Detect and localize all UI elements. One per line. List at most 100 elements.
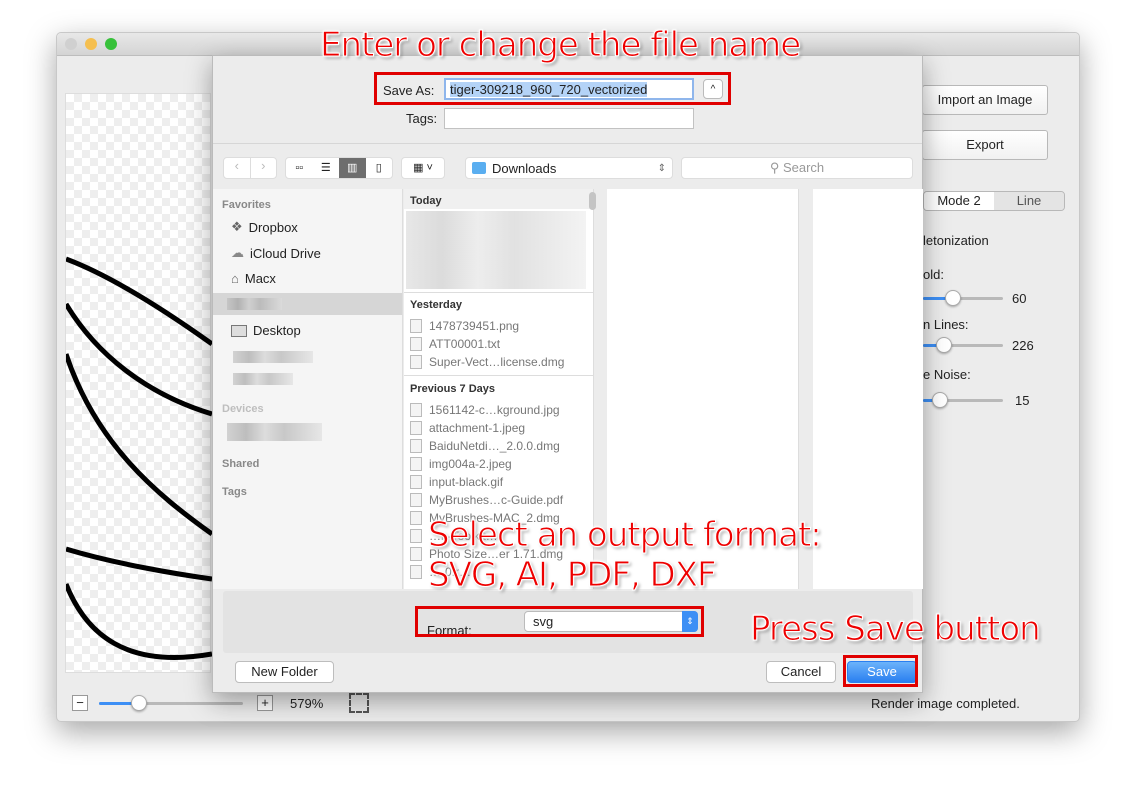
annotation-box-filename xyxy=(374,72,731,105)
sidebar-item-label: iCloud Drive xyxy=(250,245,321,261)
sidebar-item-selected-blurred[interactable] xyxy=(213,293,402,315)
file-icon xyxy=(410,493,422,507)
file-icon xyxy=(410,439,422,453)
noise-slider[interactable] xyxy=(923,392,1003,408)
annotation-box-save xyxy=(843,655,918,687)
back-icon[interactable]: ‹ xyxy=(224,158,250,178)
search-field[interactable]: ⚲ Search xyxy=(681,157,913,179)
nav-buttons: ‹ › xyxy=(223,157,277,179)
file-item[interactable]: BaiduNetdi…_2.0.0.dmg xyxy=(410,437,560,455)
file-item[interactable]: Super-Vect…license.dmg xyxy=(410,353,564,371)
file-item[interactable]: 1561142-c…kground.jpg xyxy=(410,401,560,419)
threshold-value: 60 xyxy=(1012,291,1027,306)
zoom-value: 579% xyxy=(290,696,324,711)
slider-knob[interactable] xyxy=(945,290,961,306)
forward-icon[interactable]: › xyxy=(249,158,277,178)
file-icon xyxy=(410,511,422,525)
zoom-button[interactable] xyxy=(105,38,117,50)
sidebar-item-icloud[interactable]: ☁ iCloud Drive xyxy=(231,245,321,261)
file-icon xyxy=(410,337,422,351)
annotation-top: Enter or change the file name xyxy=(319,25,801,65)
noise-label: e Noise: xyxy=(923,367,971,382)
sidebar-item-label: Dropbox xyxy=(248,219,298,235)
vector-preview xyxy=(63,256,214,660)
desktop-icon xyxy=(231,324,247,337)
image-canvas[interactable] xyxy=(63,93,214,673)
column-view-icon[interactable]: ▥ xyxy=(339,158,366,178)
file-name: 1478739451.png xyxy=(429,319,520,333)
annotation-middle-1: Select an output format: xyxy=(428,515,823,555)
file-item[interactable]: 1478739451.png xyxy=(410,317,519,335)
file-name: 1561142-c…kground.jpg xyxy=(429,403,560,417)
folder-icon xyxy=(472,162,486,174)
blurred-item xyxy=(233,351,313,363)
file-icon xyxy=(410,475,422,489)
sidebar: Favorites ❖ Dropbox ☁ iCloud Drive ⌂ Macx D… xyxy=(213,189,403,589)
file-item[interactable]: MyBrushes…c-Guide.pdf xyxy=(410,491,563,509)
import-image-button[interactable]: Import an Image xyxy=(922,85,1048,115)
tags-input[interactable] xyxy=(444,108,694,129)
zoom-slider[interactable] xyxy=(99,695,243,711)
file-name: Super-Vect…license.dmg xyxy=(429,355,565,369)
slider-knob[interactable] xyxy=(131,695,147,711)
new-folder-label: New Folder xyxy=(251,664,318,679)
export-label: Export xyxy=(966,137,1004,152)
skeletonization-option[interactable]: letonization xyxy=(923,233,989,248)
file-name: attachment-1.jpeg xyxy=(429,421,526,435)
blurred-files xyxy=(406,211,586,289)
mode-2-tab[interactable]: Mode 2 xyxy=(924,192,994,210)
arrange-menu-icon[interactable]: ▦ ˅ xyxy=(401,157,445,179)
sidebar-item-macx[interactable]: ⌂ Macx xyxy=(231,271,276,286)
slider-knob[interactable] xyxy=(936,337,952,353)
export-button[interactable]: Export xyxy=(922,130,1048,160)
view-mode-control: ▫▫ ☰ ▥ ▯ xyxy=(285,157,393,179)
lines-value: 226 xyxy=(1012,338,1034,353)
icon-view-icon[interactable]: ▫▫ xyxy=(286,158,313,178)
file-icon xyxy=(410,565,422,579)
file-name: ATT00001.txt xyxy=(429,337,501,351)
file-name: MyBrushes…c-Guide.pdf xyxy=(429,493,564,507)
coverflow-view-icon[interactable]: ▯ xyxy=(366,158,393,178)
line-tab[interactable]: Line xyxy=(994,192,1064,210)
file-icon xyxy=(410,403,422,417)
file-icon xyxy=(410,529,422,543)
list-view-icon[interactable]: ☰ xyxy=(313,158,340,178)
blurred-item xyxy=(227,423,322,441)
zoom-in-icon[interactable]: + xyxy=(257,695,273,711)
sidebar-item-dropbox[interactable]: ❖ Dropbox xyxy=(231,219,298,235)
lines-slider[interactable] xyxy=(923,337,1003,353)
location-label: Downloads xyxy=(492,160,557,176)
divider xyxy=(213,143,922,144)
file-item[interactable]: input-black.gif xyxy=(410,473,503,491)
file-item[interactable]: attachment-1.jpeg xyxy=(410,419,525,437)
blurred-item xyxy=(233,373,293,385)
new-folder-button[interactable]: New Folder xyxy=(235,661,334,683)
group-header-previous-7-days: Previous 7 Days xyxy=(410,383,495,395)
search-placeholder: Search xyxy=(782,160,825,175)
file-name: input-black.gif xyxy=(429,475,504,489)
favorites-header: Favorites xyxy=(222,199,271,211)
threshold-slider[interactable] xyxy=(923,290,1003,306)
file-name: img004a-2.jpeg xyxy=(429,457,512,471)
fit-screen-icon[interactable] xyxy=(349,693,369,713)
cancel-button[interactable]: Cancel xyxy=(766,661,836,683)
file-item[interactable]: img004a-2.jpeg xyxy=(410,455,512,473)
file-item[interactable]: ATT00001.txt xyxy=(410,335,500,353)
file-icon xyxy=(410,547,422,561)
home-icon: ⌂ xyxy=(231,271,239,286)
close-button[interactable] xyxy=(65,38,77,50)
location-popup[interactable]: Downloads ⇕ xyxy=(465,157,673,179)
threshold-label: old: xyxy=(923,267,944,282)
sidebar-item-label: Macx xyxy=(244,271,276,286)
sidebar-item-desktop[interactable]: Desktop xyxy=(231,323,301,338)
status-text: Render image completed. xyxy=(871,696,1020,711)
updown-chevron-icon: ⇕ xyxy=(657,162,666,174)
lines-label: n Lines: xyxy=(923,317,969,332)
scrollbar[interactable] xyxy=(589,192,596,210)
slider-knob[interactable] xyxy=(932,392,948,408)
dropbox-icon: ❖ xyxy=(231,219,243,234)
annotation-box-format xyxy=(415,606,704,637)
file-icon xyxy=(410,355,422,369)
zoom-out-icon[interactable]: − xyxy=(72,695,88,711)
minimize-button[interactable] xyxy=(85,38,97,50)
